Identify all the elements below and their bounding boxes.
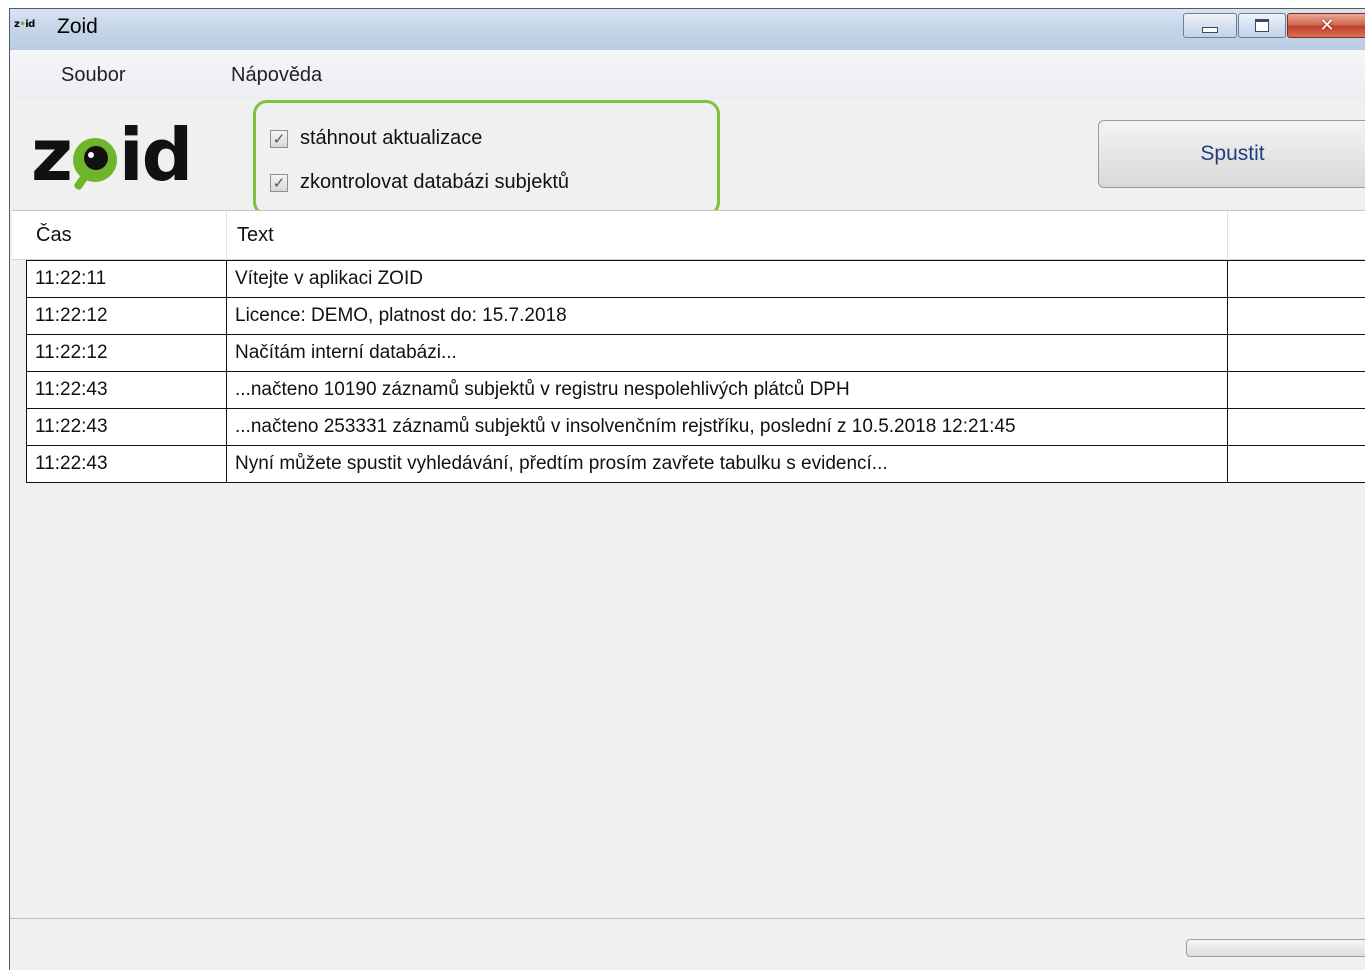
- app-window: z•id Zoid ✕ Soubor Nápověda z id ✓ stáhno…: [9, 8, 1365, 970]
- column-header-time[interactable]: Čas: [26, 211, 227, 259]
- minimize-button[interactable]: [1183, 13, 1237, 38]
- zoid-logo: z id: [31, 113, 193, 197]
- log-time: 11:22:43: [26, 372, 227, 408]
- log-rows: 11:22:11 Vítejte v aplikaci ZOID 11:22:12…: [26, 260, 1365, 483]
- window-title: Zoid: [57, 15, 98, 38]
- log-time: 11:22:12: [26, 335, 227, 371]
- download-updates-label: stáhnout aktualizace: [300, 127, 483, 149]
- log-row[interactable]: 11:22:43 ...načteno 253331 záznamů subjek…: [26, 409, 1365, 446]
- check-database-checkbox[interactable]: ✓: [270, 173, 288, 192]
- log-row[interactable]: 11:22:43 Nyní můžete spustit vyhledávání,…: [26, 446, 1365, 483]
- log-text: Načítám interní databázi...: [227, 335, 1228, 371]
- minimize-icon: [1202, 26, 1218, 33]
- maximize-button[interactable]: [1238, 13, 1286, 38]
- magnifier-eye-icon: [72, 138, 117, 191]
- menu-bar: Soubor Nápověda: [10, 50, 1365, 100]
- maximize-icon: [1255, 19, 1269, 32]
- toolbar: z id ✓ stáhnout aktualizace ✓ zkontrolova…: [10, 100, 1365, 216]
- log-row[interactable]: 11:22:12 Načítám interní databázi...: [26, 335, 1365, 372]
- run-button[interactable]: Spustit: [1098, 120, 1365, 188]
- menu-napoveda[interactable]: Nápověda: [231, 64, 322, 87]
- log-time: 11:22:11: [26, 261, 227, 297]
- log-row[interactable]: 11:22:12 Licence: DEMO, platnost do: 15.7…: [26, 298, 1365, 335]
- log-list[interactable]: Čas Text 11:22:11 Vítejte v aplikaci ZOID…: [12, 210, 1365, 919]
- download-updates-option[interactable]: ✓ stáhnout aktualizace: [270, 127, 482, 150]
- log-header: Čas Text: [12, 211, 1365, 260]
- log-text: Licence: DEMO, platnost do: 15.7.2018: [227, 298, 1228, 334]
- title-bar[interactable]: z•id Zoid ✕: [10, 9, 1365, 50]
- download-updates-checkbox[interactable]: ✓: [270, 129, 288, 148]
- check-database-option[interactable]: ✓ zkontrolovat databázi subjektů: [270, 171, 569, 194]
- log-time: 11:22:43: [26, 409, 227, 445]
- log-text: Nyní můžete spustit vyhledávání, předtím…: [227, 446, 1228, 482]
- column-header-text[interactable]: Text: [227, 211, 1228, 259]
- progress-bar: [1186, 939, 1365, 957]
- log-time: 11:22:12: [26, 298, 227, 334]
- log-row[interactable]: 11:22:11 Vítejte v aplikaci ZOID: [26, 260, 1365, 298]
- status-bar: [10, 918, 1365, 970]
- app-icon: z•id: [14, 19, 35, 30]
- log-text: ...načteno 253331 záznamů subjektů v ins…: [227, 409, 1228, 445]
- close-button[interactable]: ✕: [1287, 13, 1365, 38]
- check-database-label: zkontrolovat databázi subjektů: [300, 171, 570, 193]
- close-icon: ✕: [1319, 14, 1335, 36]
- options-group: ✓ stáhnout aktualizace ✓ zkontrolovat da…: [253, 100, 720, 216]
- log-text: Vítejte v aplikaci ZOID: [227, 261, 1228, 297]
- log-text: ...načteno 10190 záznamů subjektů v regi…: [227, 372, 1228, 408]
- menu-soubor[interactable]: Soubor: [61, 64, 126, 87]
- log-row[interactable]: 11:22:43 ...načteno 10190 záznamů subjekt…: [26, 372, 1365, 409]
- log-time: 11:22:43: [26, 446, 227, 482]
